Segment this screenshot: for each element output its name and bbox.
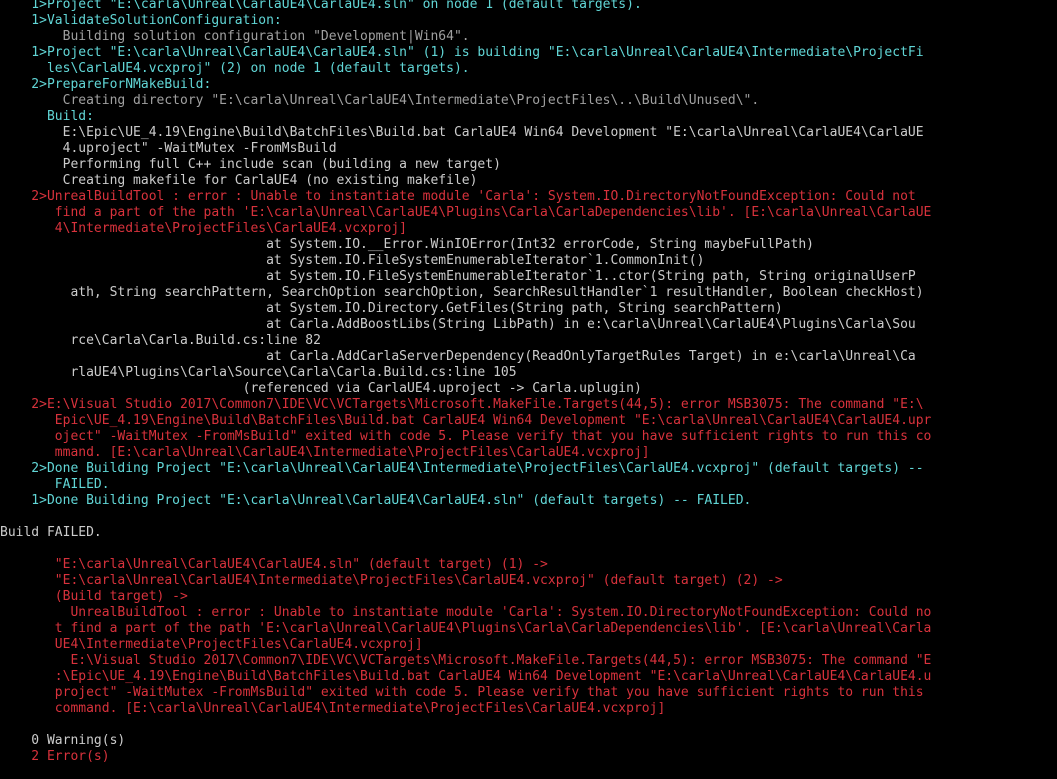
console-line: t find a part of the path 'E:\carla\Unre… (0, 621, 932, 636)
console-line: rce\Carla\Carla.Build.cs:line 82 (0, 333, 321, 348)
console-line: Creating makefile for CarlaUE4 (no exist… (0, 173, 478, 188)
console-output[interactable]: 1>Project "E:\carla\Unreal\CarlaUE4\Carl… (0, 0, 1057, 765)
console-line: Creating directory "E:\carla\Unreal\Carl… (0, 93, 760, 108)
console-line: at System.IO.FileSystemEnumerableIterato… (0, 269, 916, 284)
console-line: :\Epic\UE_4.19\Engine\Build\BatchFiles\B… (0, 669, 932, 684)
console-line: Epic\UE_4.19\Engine\Build\BatchFiles\Bui… (0, 413, 932, 428)
console-line: command. [E:\carla\Unreal\CarlaUE4\Inter… (0, 701, 666, 716)
console-line: at System.IO.FileSystemEnumerableIterato… (0, 253, 705, 268)
console-line: mmand. [E:\carla\Unreal\CarlaUE4\Interme… (0, 445, 650, 460)
console-line: Performing full C++ include scan (buildi… (0, 157, 501, 172)
console-line: rlaUE4\Plugins\Carla\Source\Carla\Carla.… (0, 365, 517, 380)
console-line: UE4\Intermediate\ProjectFiles\CarlaUE4.v… (0, 637, 423, 652)
console-line: Build: (0, 109, 94, 124)
console-line: (referenced via CarlaUE4.uproject -> Car… (0, 381, 642, 396)
console-line: Building solution configuration "Develop… (0, 29, 470, 44)
console-line: 2>Done Building Project "E:\carla\Unreal… (0, 461, 924, 476)
console-line: 2>PrepareForNMakeBuild: (0, 77, 212, 92)
console-line: at System.IO.Directory.GetFiles(String p… (0, 301, 783, 316)
console-line: 4.uproject" -WaitMutex -FromMsBuild (0, 141, 337, 156)
console-line: FAILED. (0, 477, 110, 492)
console-line: 2>UnrealBuildTool : error : Unable to in… (0, 189, 916, 204)
console-line: les\CarlaUE4.vcxproj" (2) on node 1 (def… (0, 61, 470, 76)
console-line: ath, String searchPattern, SearchOption … (0, 285, 924, 300)
console-line: at Carla.AddBoostLibs(String LibPath) in… (0, 317, 916, 332)
console-line: 1>Done Building Project "E:\carla\Unreal… (0, 493, 752, 508)
console-line: 1>Project "E:\carla\Unreal\CarlaUE4\Carl… (0, 45, 924, 60)
console-line: E:\Epic\UE_4.19\Engine\Build\BatchFiles\… (0, 125, 924, 140)
console-line: Build FAILED. (0, 525, 102, 540)
console-line: 1>ValidateSolutionConfiguration: (0, 13, 282, 28)
console-line: 2 Error(s) (0, 749, 110, 764)
console-line: 2>E:\Visual Studio 2017\Common7\IDE\VC\V… (0, 397, 924, 412)
console-line: 1>Project "E:\carla\Unreal\CarlaUE4\Carl… (0, 0, 642, 12)
console-line: project" -WaitMutex -FromMsBuild" exited… (0, 685, 924, 700)
console-line: at Carla.AddCarlaServerDependency(ReadOn… (0, 349, 916, 364)
console-line: 0 Warning(s) (0, 733, 126, 748)
console-line: 4\Intermediate\ProjectFiles\CarlaUE4.vcx… (0, 221, 407, 236)
console-line: "E:\carla\Unreal\CarlaUE4\CarlaUE4.sln" … (0, 557, 548, 572)
console-line: find a part of the path 'E:\carla\Unreal… (0, 205, 932, 220)
console-line: UnrealBuildTool : error : Unable to inst… (0, 605, 932, 620)
console-line: oject" -WaitMutex -FromMsBuild" exited w… (0, 429, 932, 444)
console-line: at System.IO.__Error.WinIOError(Int32 er… (0, 237, 814, 252)
console-line: (Build target) -> (0, 589, 188, 604)
console-line: "E:\carla\Unreal\CarlaUE4\Intermediate\P… (0, 573, 783, 588)
console-line: E:\Visual Studio 2017\Common7\IDE\VC\VCT… (0, 653, 932, 668)
